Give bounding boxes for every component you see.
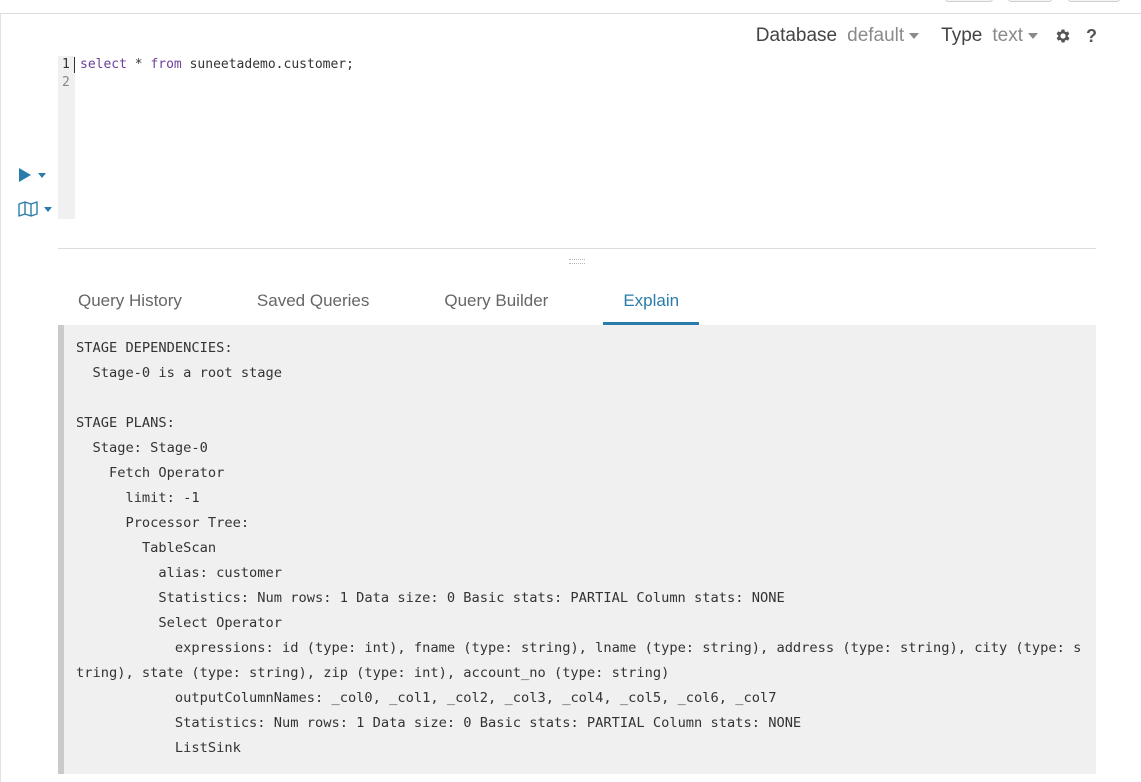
database-dropdown[interactable]: default <box>847 25 920 47</box>
tab-saved-queries[interactable]: Saved Queries <box>237 282 389 325</box>
left-border <box>0 14 1 782</box>
editor-gutter: 1 2 <box>58 56 75 219</box>
database-label: Database <box>755 25 838 46</box>
query-settings-bar: Database default Type text ? <box>756 24 1097 48</box>
chevron-down-icon <box>909 33 920 39</box>
toolbar-button-stub[interactable] <box>1068 0 1120 2</box>
line-number: 2 <box>62 75 70 90</box>
toolbar-button-stub[interactable] <box>945 0 993 2</box>
database-value: default <box>847 25 905 46</box>
snippet-map-button[interactable] <box>18 198 58 220</box>
explain-text: STAGE DEPENDENCIES: Stage-0 is a root st… <box>76 340 1082 756</box>
type-label: Type <box>941 25 983 46</box>
play-icon <box>19 168 31 182</box>
run-controls <box>18 164 58 232</box>
type-value: text <box>992 25 1023 46</box>
help-button[interactable]: ? <box>1086 26 1097 47</box>
line-number: 1 <box>62 57 70 72</box>
top-toolbar-edge <box>0 0 1141 14</box>
resize-handle[interactable] <box>569 259 585 264</box>
execute-button[interactable] <box>18 164 58 186</box>
sql-keyword: from <box>150 57 182 72</box>
sql-token: suneetademo.customer; <box>181 57 354 72</box>
sql-token: * <box>126 57 151 72</box>
settings-button[interactable] <box>1054 27 1072 45</box>
toolbar-button-stub[interactable] <box>1008 0 1052 2</box>
gear-icon <box>1056 29 1070 43</box>
tab-query-builder[interactable]: Query Builder <box>424 282 568 325</box>
map-icon <box>18 201 38 217</box>
query-editor[interactable]: select * from suneetademo.customer; <box>80 56 354 74</box>
caret-down-icon <box>44 206 52 212</box>
tab-query-history[interactable]: Query History <box>58 282 202 325</box>
editor-divider <box>58 248 1096 249</box>
type-dropdown[interactable]: text <box>992 25 1038 47</box>
chevron-down-icon <box>1028 33 1038 39</box>
sql-keyword: select <box>80 57 127 72</box>
tab-explain[interactable]: Explain <box>603 282 700 325</box>
caret-down-icon <box>38 172 46 178</box>
code-line: select * from suneetademo.customer; <box>80 57 354 72</box>
text-cursor <box>74 57 75 73</box>
explain-output: STAGE DEPENDENCIES: Stage-0 is a root st… <box>58 325 1096 774</box>
result-tabs: Query History Saved Queries Query Builde… <box>58 282 734 325</box>
